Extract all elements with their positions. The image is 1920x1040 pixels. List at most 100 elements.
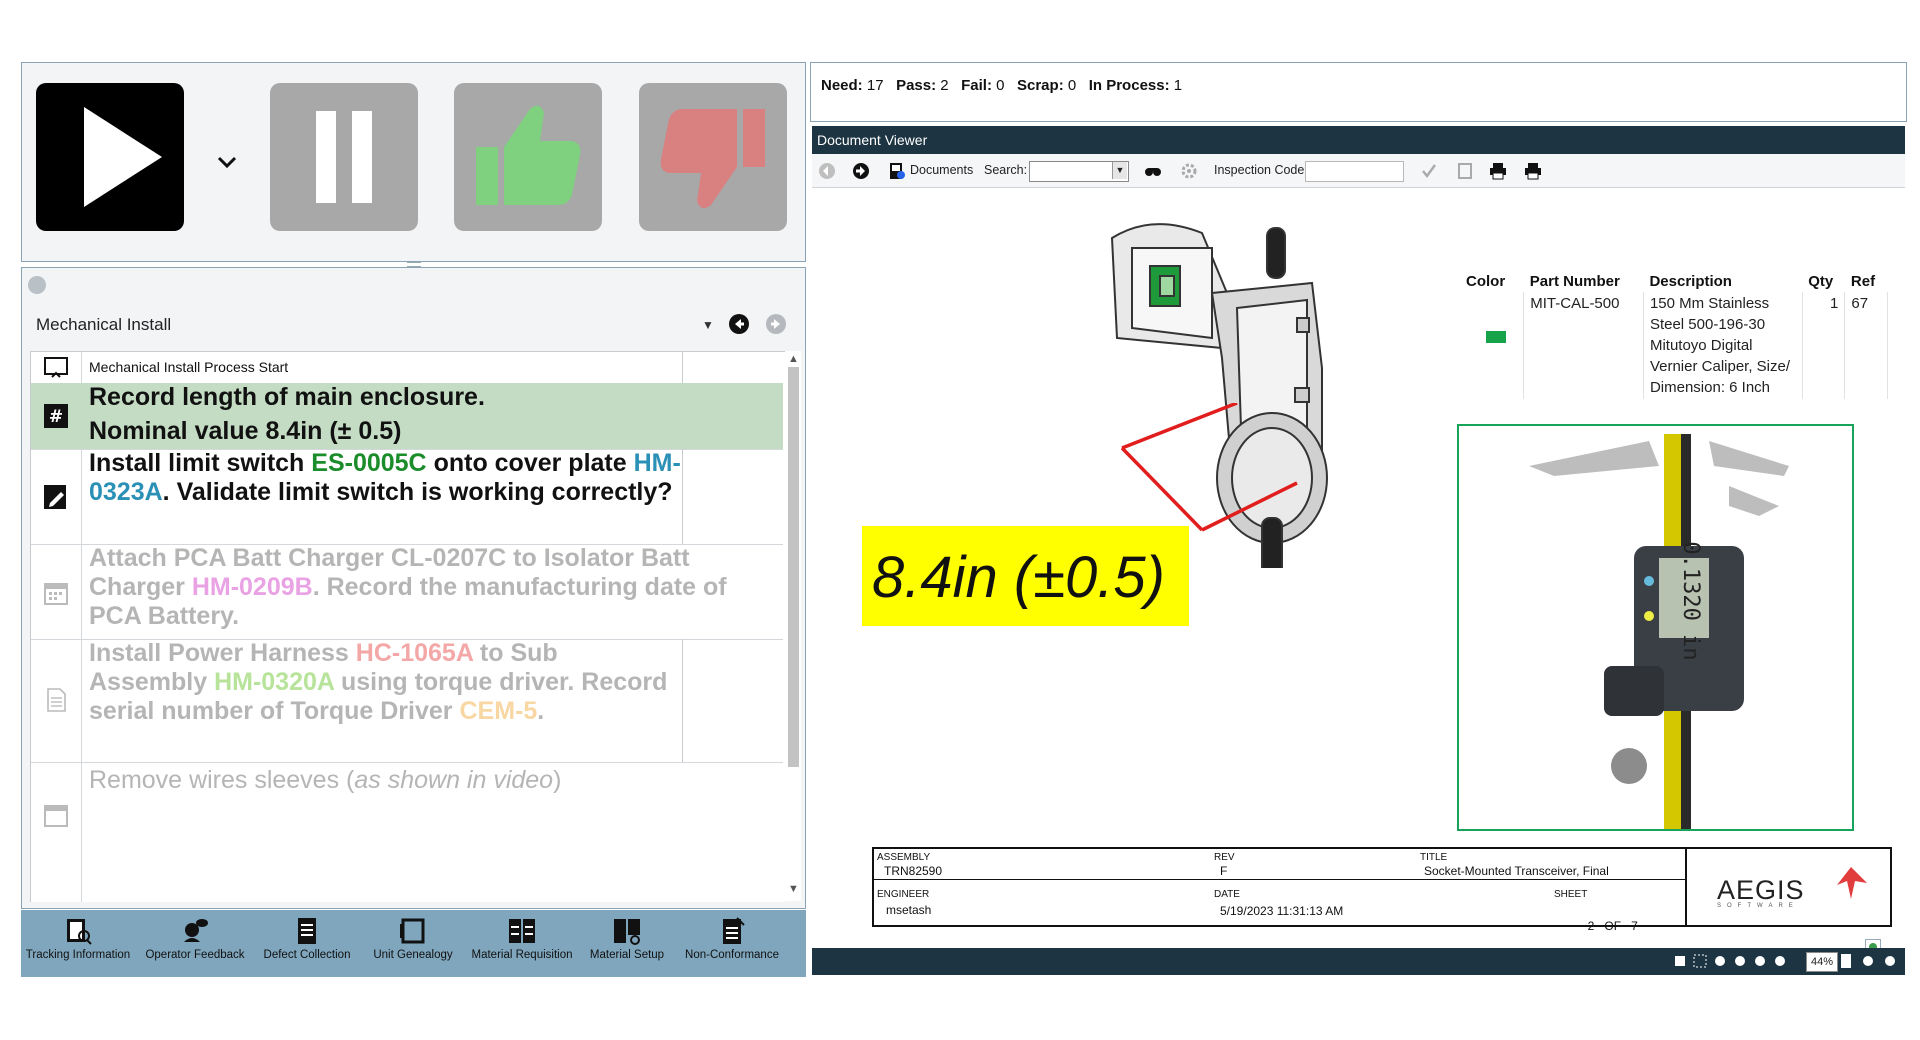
part-link[interactable]: ES-0005C bbox=[311, 449, 426, 477]
logo-subtext: SOFTWARE bbox=[1717, 903, 1799, 909]
fail-button[interactable] bbox=[639, 83, 787, 231]
step-icon-cell bbox=[31, 352, 82, 383]
rev-value: F bbox=[1220, 864, 1228, 878]
pause-icon bbox=[316, 111, 372, 203]
forward-icon[interactable] bbox=[852, 162, 870, 180]
step-row[interactable]: Remove wires sleeves (as shown in video) bbox=[31, 762, 783, 902]
scroll-up-icon[interactable]: ▲ bbox=[788, 353, 799, 365]
pass-button[interactable] bbox=[454, 83, 602, 231]
print-icon[interactable] bbox=[1489, 162, 1507, 180]
part-link[interactable]: HM-0209B bbox=[192, 573, 313, 601]
unit-genealogy-button[interactable]: Unit Genealogy bbox=[369, 916, 457, 961]
step-row[interactable]: Install Power Harness HC-1065A to Sub As… bbox=[31, 639, 783, 763]
scroll-thumb[interactable] bbox=[788, 367, 799, 767]
step-text-segment: onto cover plate bbox=[426, 449, 634, 477]
part-link[interactable]: CEM-5 bbox=[459, 697, 537, 725]
caliper-readout: 0.1320 in bbox=[1678, 541, 1703, 660]
pan-icon[interactable] bbox=[1672, 953, 1688, 969]
document-canvas[interactable]: 8.4in (±0.5) Color Part Number Descripti… bbox=[812, 188, 1905, 948]
zoom-100-icon[interactable] bbox=[1712, 953, 1728, 969]
part-link[interactable]: HC-1065A bbox=[356, 639, 473, 667]
step-row-active[interactable]: # Record length of main enclosure. Nomin… bbox=[31, 383, 783, 450]
bom-part-number: MIT-CAL-500 bbox=[1523, 292, 1644, 399]
engineer-value: msetash bbox=[886, 903, 932, 917]
step-icon-cell bbox=[31, 449, 82, 544]
caliper-photo: 0.1320 in bbox=[1529, 434, 1789, 829]
need-value: 17 bbox=[866, 77, 884, 94]
edit-note-icon bbox=[44, 485, 66, 509]
verify-icon[interactable] bbox=[1420, 162, 1438, 180]
need-label: Need: bbox=[821, 77, 863, 94]
bom-header-description: Description bbox=[1649, 273, 1732, 290]
search-dropdown-icon[interactable]: ▼ bbox=[1112, 162, 1127, 179]
step-text: Mechanical Install Process Start bbox=[89, 359, 681, 375]
step-row[interactable]: Attach PCA Batt Charger CL-0207C to Isol… bbox=[31, 544, 783, 640]
documents-icon[interactable] bbox=[888, 162, 906, 180]
step-row[interactable]: Install limit switch ES-0005C onto cover… bbox=[31, 449, 783, 545]
pause-button[interactable] bbox=[270, 83, 418, 231]
pencil-icon[interactable] bbox=[28, 276, 46, 294]
clear-icon[interactable] bbox=[1456, 162, 1474, 180]
zoom-spinner-icon[interactable] bbox=[1840, 953, 1852, 969]
operator-feedback-button[interactable]: Operator Feedback bbox=[145, 916, 245, 961]
scroll-down-icon[interactable]: ▼ bbox=[788, 883, 799, 895]
previous-step-icon[interactable] bbox=[729, 314, 749, 334]
thumbs-up-icon bbox=[476, 105, 581, 205]
part-link[interactable]: HM-0320A bbox=[214, 668, 334, 696]
date-label: DATE bbox=[1214, 889, 1240, 900]
viewer-settings-icon[interactable] bbox=[1865, 939, 1881, 948]
toolbar-label: Material Requisition bbox=[471, 949, 573, 961]
select-icon[interactable] bbox=[1692, 953, 1708, 969]
step-text-segment: Nominal value 8.4in (± 0.5) bbox=[89, 417, 402, 445]
step-text: Record length of main enclosure. Nominal… bbox=[89, 380, 783, 448]
sheet-label: SHEET bbox=[1554, 889, 1588, 900]
step-text: Install limit switch ES-0005C onto cover… bbox=[89, 449, 681, 507]
inspection-code-input[interactable] bbox=[1305, 161, 1404, 182]
zoom-out-icon[interactable] bbox=[1772, 953, 1788, 969]
step-scrollbar[interactable]: ▲ ▼ bbox=[785, 351, 801, 901]
zoom-in-icon[interactable] bbox=[1860, 953, 1876, 969]
caret-down-icon[interactable]: ▼ bbox=[702, 318, 714, 332]
step-text-segment: Record length of main enclosure. bbox=[89, 383, 485, 411]
print-all-icon[interactable] bbox=[1524, 162, 1542, 180]
bom-header-part-number: Part Number bbox=[1529, 273, 1620, 290]
genealogy-icon bbox=[400, 918, 425, 944]
toolbar-label: Tracking Information bbox=[25, 949, 131, 961]
thumbs-down-icon bbox=[660, 109, 765, 209]
toolbar-label: Defect Collection bbox=[263, 949, 351, 961]
step-text-segment: . bbox=[537, 697, 545, 725]
zoom-in-more-icon[interactable] bbox=[1882, 953, 1898, 969]
play-button[interactable] bbox=[36, 83, 184, 231]
step-text-segment: Remove wires sleeves ( bbox=[89, 766, 355, 794]
bom-color-cell bbox=[1460, 292, 1525, 399]
non-conformance-button[interactable]: Non-Conformance bbox=[677, 916, 787, 961]
material-setup-button[interactable]: Material Setup bbox=[585, 916, 669, 961]
step-icon-cell bbox=[31, 639, 82, 762]
sheet-value: 2 bbox=[1587, 919, 1595, 933]
viewer-header: Document Viewer bbox=[812, 126, 1905, 154]
material-requisition-button[interactable]: Material Requisition bbox=[467, 916, 577, 961]
step-text: Attach PCA Batt Charger CL-0207C to Isol… bbox=[89, 544, 783, 631]
bom-header-row: Color Part Number Description Qty Ref bbox=[1460, 271, 1888, 292]
right-pane: Need: 17 Pass: 2 Fail: 0 Scrap: 0 In Pro… bbox=[810, 62, 1907, 977]
next-step-icon[interactable] bbox=[766, 314, 786, 334]
pass-label: Pass: bbox=[896, 77, 937, 94]
defect-icon bbox=[298, 918, 316, 944]
toolbar-label: Unit Genealogy bbox=[373, 949, 453, 961]
zoom-level-input[interactable]: 44% bbox=[1806, 952, 1838, 972]
zoom-width-icon[interactable] bbox=[1732, 953, 1748, 969]
tracking-information-button[interactable]: Tracking Information bbox=[23, 916, 133, 961]
step-text-segment: . Validate limit switch is working corre… bbox=[162, 478, 673, 506]
defect-collection-button[interactable]: Defect Collection bbox=[261, 916, 353, 961]
bottom-toolbar: Tracking Information Operator Feedback D… bbox=[21, 910, 806, 977]
play-dropdown-button[interactable] bbox=[207, 143, 247, 183]
step-icon-cell bbox=[31, 762, 82, 902]
binoculars-icon[interactable] bbox=[1144, 162, 1162, 180]
zoom-fit-icon[interactable] bbox=[1752, 953, 1768, 969]
assembly-value: TRN82590 bbox=[884, 864, 943, 878]
gear-icon[interactable] bbox=[1180, 162, 1198, 180]
feedback-icon bbox=[184, 919, 208, 942]
inspection-code-label: Inspection Code bbox=[1214, 163, 1305, 177]
back-icon[interactable] bbox=[818, 162, 836, 180]
documents-label[interactable]: Documents bbox=[910, 163, 973, 177]
